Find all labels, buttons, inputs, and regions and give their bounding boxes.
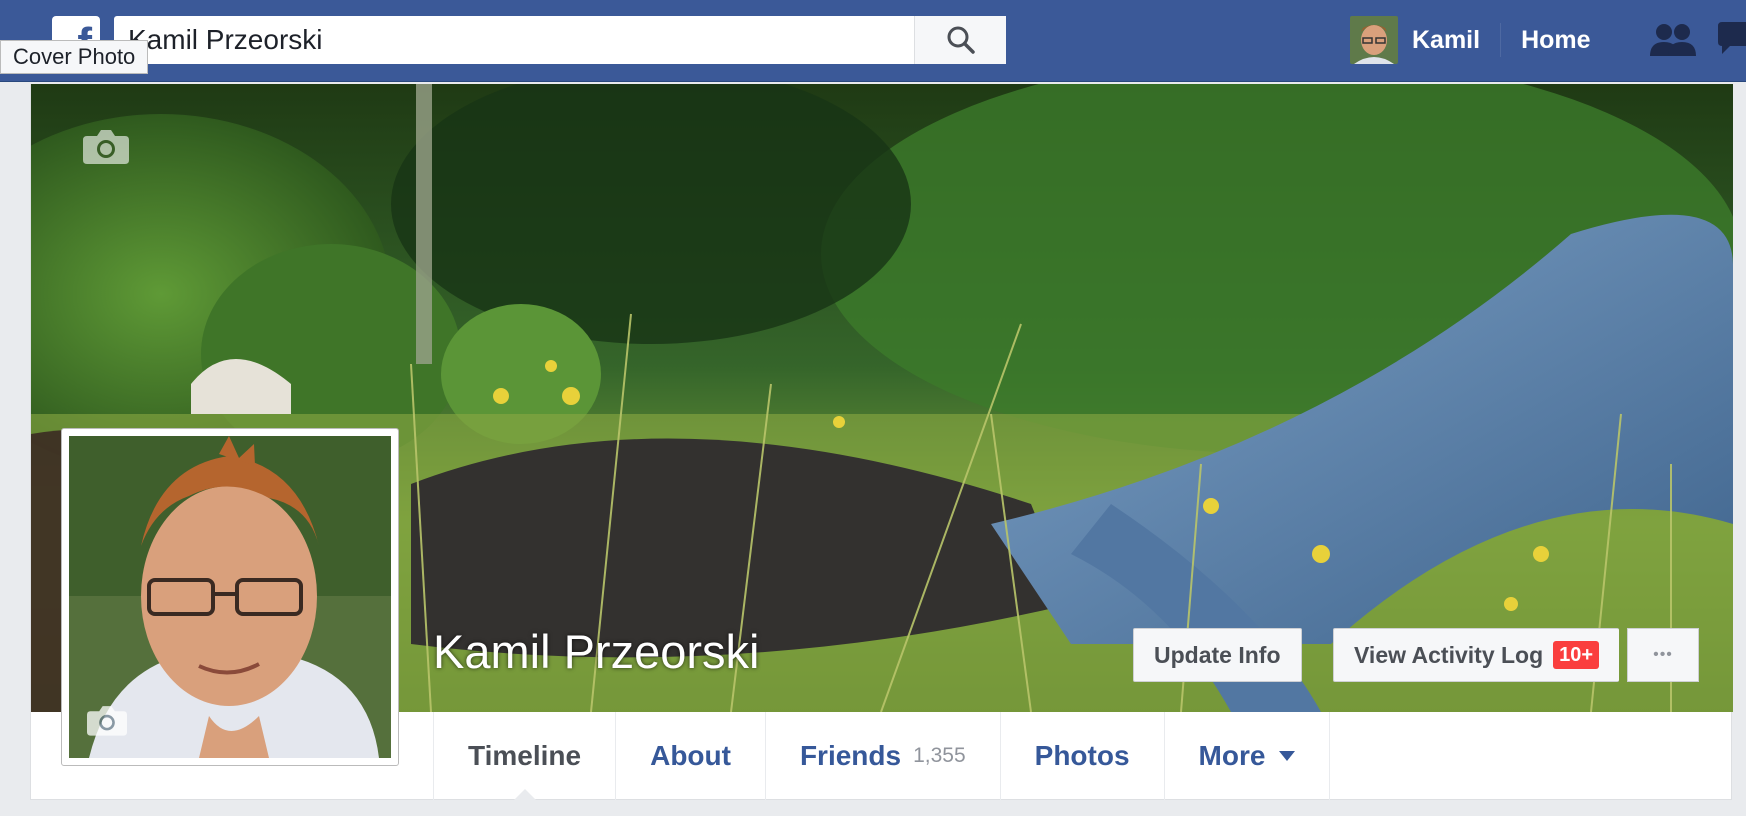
update-info-button[interactable]: Update Info [1133, 628, 1302, 682]
user-nav: Kamil Home [1350, 16, 1591, 64]
update-info-label: Update Info [1154, 641, 1281, 668]
active-tab-caret [512, 789, 537, 801]
view-activity-log-button[interactable]: View Activity Log 10+ [1333, 628, 1620, 682]
profile-name[interactable]: Kamil Przeorski [433, 624, 759, 679]
tab-photos[interactable]: Photos [1001, 712, 1165, 800]
friends-icon[interactable] [1650, 22, 1696, 58]
profile-camera-icon[interactable] [87, 704, 127, 736]
tab-more-label: More [1198, 740, 1266, 771]
profile-picture-image [69, 436, 391, 758]
nav-home-link[interactable]: Home [1501, 23, 1590, 57]
profile-picture[interactable] [61, 428, 399, 766]
tab-more[interactable]: More [1165, 712, 1331, 800]
tab-about-label: About [650, 740, 731, 771]
dropdown-caret-icon [1279, 751, 1296, 761]
activity-log-label: View Activity Log [1354, 641, 1544, 668]
search-icon [947, 26, 975, 54]
profile-header: Kamil Przeorski Update Info View Activit… [30, 84, 1733, 801]
profile-tabs: Timeline About Friends 1,355 Photos More [433, 712, 1331, 801]
tab-friends[interactable]: Friends 1,355 [766, 712, 1001, 800]
tab-about[interactable]: About [616, 712, 766, 800]
messages-icon[interactable] [1718, 22, 1746, 58]
cover-camera-icon[interactable] [83, 128, 129, 164]
tab-friends-label: Friends [799, 740, 902, 771]
search-bar [114, 16, 1006, 64]
tab-timeline-label: Timeline [468, 740, 582, 771]
nav-avatar[interactable] [1350, 16, 1398, 64]
more-dots-icon: ••• [1653, 646, 1673, 663]
activity-badge: 10+ [1553, 641, 1600, 669]
nav-user-name[interactable]: Kamil [1412, 23, 1502, 57]
tab-timeline[interactable]: Timeline [434, 712, 617, 801]
tab-photos-label: Photos [1034, 740, 1130, 771]
friends-count: 1,355 [913, 744, 966, 767]
more-options-button[interactable]: ••• [1627, 628, 1699, 682]
cover-photo-tooltip: Cover Photo [0, 40, 149, 74]
search-button[interactable] [914, 16, 1006, 64]
search-input[interactable] [114, 16, 914, 64]
top-navigation-bar: f Kamil Home [0, 0, 1746, 82]
